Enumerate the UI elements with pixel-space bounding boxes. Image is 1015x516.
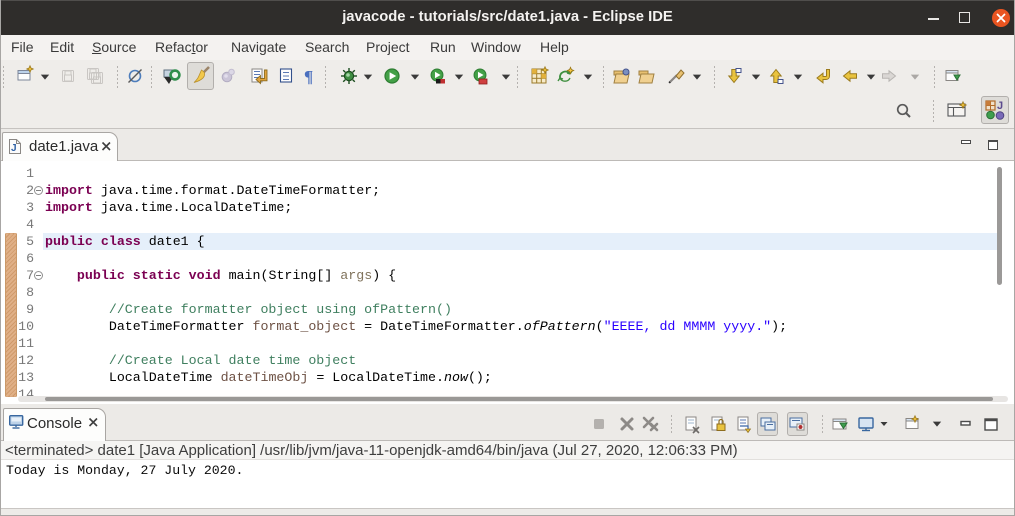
svg-text:J: J xyxy=(11,143,17,154)
svg-text:J: J xyxy=(997,100,1003,112)
svg-text:¶: ¶ xyxy=(304,67,313,86)
